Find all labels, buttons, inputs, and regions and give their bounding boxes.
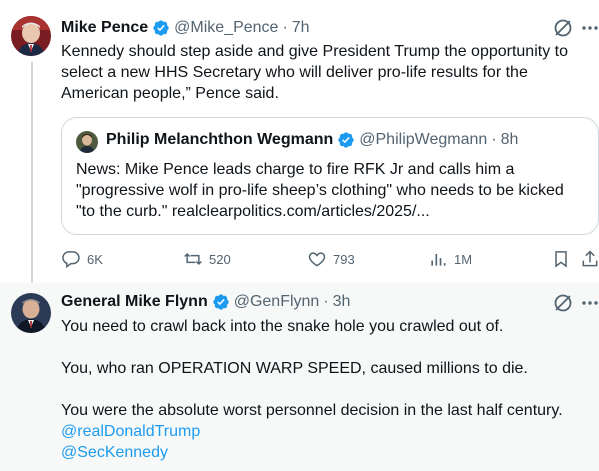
like-icon xyxy=(308,252,326,267)
quote-timestamp[interactable]: 8h xyxy=(501,131,519,149)
quote-text-line: News: Mike Pence leads charge to fire RF… xyxy=(76,161,515,178)
like-button[interactable]: 793 xyxy=(307,247,355,271)
author-handle[interactable]: @GenFlynn xyxy=(234,293,320,311)
reply-button[interactable]: 6K xyxy=(61,247,103,271)
tweet-general-mike-flynn[interactable]: General Mike Flynn @GenFlynn · 3h You ne… xyxy=(0,283,599,471)
mention-link[interactable]: @SecKennedy xyxy=(61,442,596,463)
quote-header: Philip Melanchthon Wegmann @PhilipWegman… xyxy=(106,131,518,149)
tweet-text-line: You need to crawl back into the snake ho… xyxy=(61,318,504,335)
quoted-tweet[interactable]: Philip Melanchthon Wegmann @PhilipWegman… xyxy=(61,117,599,235)
share-button[interactable] xyxy=(580,247,599,271)
separator-dot: · xyxy=(282,19,288,36)
grok-icon[interactable] xyxy=(553,18,573,43)
bookmark-button[interactable] xyxy=(551,247,577,271)
tweet-text-line: You, who ran OPERATION WARP SPEED, cause… xyxy=(61,360,528,377)
verified-badge-icon xyxy=(212,293,230,311)
share-icon xyxy=(582,250,598,267)
quote-author-name[interactable]: Philip Melanchthon Wegmann xyxy=(106,131,333,149)
author-name[interactable]: General Mike Flynn xyxy=(61,293,208,311)
verified-badge-icon xyxy=(152,19,170,37)
more-icon[interactable] xyxy=(580,18,599,43)
tweet-mike-pence[interactable]: Mike Pence @Mike_Pence · 7h Kennedy shou… xyxy=(0,0,599,283)
view-count: 1M xyxy=(454,251,473,267)
tweet-text-line: You were the absolute worst personnel de… xyxy=(61,402,563,419)
thread-line xyxy=(31,62,33,283)
bookmark-icon xyxy=(555,251,567,268)
tweet-text-line: Kennedy should step aside and give Presi… xyxy=(61,43,568,60)
grok-icon[interactable] xyxy=(553,293,573,318)
avatar[interactable] xyxy=(11,16,51,56)
views-icon xyxy=(431,254,446,266)
author-name[interactable]: Mike Pence xyxy=(61,19,148,37)
tweet-text: Kennedy should step aside and give Presi… xyxy=(61,41,591,104)
quote-text: News: Mike Pence leads charge to fire RF… xyxy=(76,159,596,222)
timestamp[interactable]: 3h xyxy=(333,293,351,311)
repost-count: 520 xyxy=(209,251,231,267)
like-count: 793 xyxy=(333,251,355,267)
tweet-header: Mike Pence @Mike_Pence · 7h xyxy=(61,19,310,37)
repost-icon xyxy=(184,252,202,266)
verified-badge-icon xyxy=(337,131,355,149)
reply-count: 6K xyxy=(87,251,103,267)
quote-author-handle[interactable]: @PhilipWegmann xyxy=(359,131,487,149)
avatar[interactable] xyxy=(11,293,51,333)
quote-avatar[interactable] xyxy=(76,131,98,153)
quote-text-line: "progressive wolf in pro-life sheep’s cl… xyxy=(76,182,564,199)
action-bar: 6K 520 793 1M xyxy=(61,247,599,271)
more-icon[interactable] xyxy=(580,293,599,318)
mention-link[interactable]: @realDonaldTrump xyxy=(61,421,596,442)
tweet-text-line: select a new HHS Secretary who will deli… xyxy=(61,64,528,81)
tweet-text-line: American people,” Pence said. xyxy=(61,85,279,102)
reply-icon xyxy=(62,251,80,268)
quote-text-line: "to the curb." realclearpolitics.com/art… xyxy=(76,203,430,220)
tweet-header: General Mike Flynn @GenFlynn · 3h xyxy=(61,293,350,311)
timestamp[interactable]: 7h xyxy=(292,19,310,37)
views-button[interactable]: 1M xyxy=(428,247,472,271)
separator-dot: · xyxy=(491,131,497,148)
repost-button[interactable]: 520 xyxy=(183,247,231,271)
tweet-text: You need to crawl back into the snake ho… xyxy=(61,316,596,463)
separator-dot: · xyxy=(323,293,329,310)
author-handle[interactable]: @Mike_Pence xyxy=(174,19,278,37)
